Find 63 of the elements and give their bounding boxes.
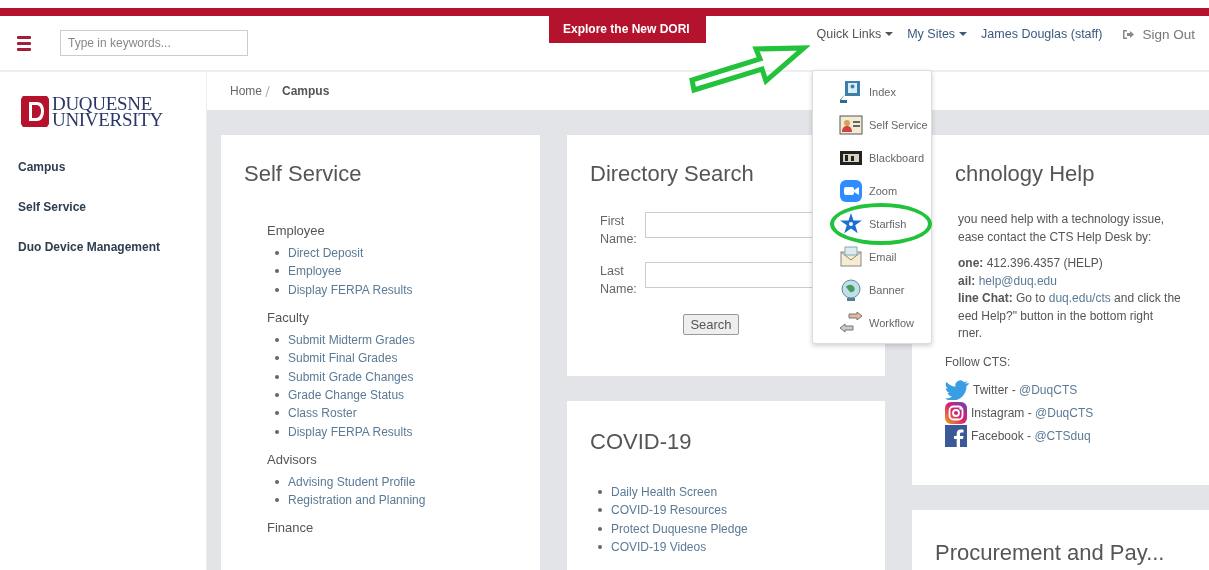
quick-link-item[interactable]: Starfish bbox=[813, 207, 931, 240]
list-link[interactable]: Submit Midterm Grades bbox=[288, 333, 415, 348]
quick-link-item[interactable]: Zoom bbox=[813, 174, 931, 207]
help-text-line: ail: help@duq.edu bbox=[958, 272, 1058, 290]
quick-link-item[interactable]: Email bbox=[813, 240, 931, 273]
quick-link-item[interactable]: Banner bbox=[813, 273, 931, 306]
help-text-line: one: 412.396.4357 (HELP) bbox=[958, 255, 1104, 272]
list-link[interactable]: Grade Change Status bbox=[288, 387, 405, 402]
list-link[interactable]: Display FERPA Results bbox=[288, 282, 413, 297]
quick-link-item[interactable]: Self Service bbox=[813, 108, 931, 141]
quick-link-item[interactable]: Workflow bbox=[813, 306, 931, 339]
section-title: Advisors bbox=[267, 451, 318, 467]
breadcrumb-link[interactable]: Home bbox=[230, 84, 262, 98]
list-link[interactable]: Daily Health Screen bbox=[611, 485, 718, 500]
help-text-line: ease contact the CTS Help Desk by: bbox=[958, 228, 1153, 246]
help-text-line: line Chat: Go to duq.edu/cts and click the bbox=[958, 290, 1182, 307]
field-label: Last Name: bbox=[600, 263, 638, 298]
university-logo-text: DUQUESNE UNIVERSITY bbox=[52, 95, 163, 128]
social-link-text: Instagram - @DuqCTS bbox=[971, 405, 1094, 420]
help-link[interactable]: duq.edu/cts bbox=[1048, 291, 1111, 305]
list-link[interactable]: Display FERPA Results bbox=[288, 424, 413, 439]
section-title: Employee bbox=[267, 223, 326, 238]
sidebar-item[interactable]: Campus bbox=[18, 160, 66, 174]
breadcrumb-link[interactable]: Campus bbox=[282, 84, 330, 98]
list-link[interactable]: Class Roster bbox=[288, 406, 357, 421]
help-text-line: you need help with a technology issue, bbox=[958, 211, 1166, 228]
list-link[interactable]: Employee bbox=[288, 264, 342, 279]
card-title: COVID-19 bbox=[590, 429, 693, 455]
field-label: First Name: bbox=[600, 213, 638, 248]
section-title: Faculty bbox=[267, 309, 310, 325]
card-title: Procurement and Pay... bbox=[935, 540, 1166, 566]
menu-link[interactable]: My Sites bbox=[906, 25, 969, 43]
quick-link-item[interactable]: Index bbox=[813, 75, 931, 108]
follow-text: Follow CTS: bbox=[945, 354, 1012, 369]
list-link[interactable]: Registration and Planning bbox=[288, 493, 426, 508]
sidebar-item[interactable]: Self Service bbox=[18, 200, 87, 214]
search-button[interactable]: Search bbox=[683, 314, 739, 335]
social-link-text: Twitter - @DuqCTS bbox=[973, 382, 1078, 397]
help-text-line: eed Help?" button in the bottom right bbox=[958, 307, 1155, 325]
list-link[interactable]: Protect Duquesne Pledge bbox=[611, 521, 748, 536]
social-link-text: Facebook - @CTSduq bbox=[971, 428, 1091, 443]
list-link[interactable]: Submit Grade Changes bbox=[288, 369, 414, 384]
list-link[interactable]: Advising Student Profile bbox=[288, 474, 416, 489]
quick-link-item[interactable]: Blackboard bbox=[813, 141, 931, 174]
sidebar-item[interactable]: Duo Device Management bbox=[18, 240, 161, 254]
user-link[interactable]: James Douglas (staff) bbox=[980, 25, 1104, 43]
list-link[interactable]: COVID-19 Videos bbox=[611, 540, 707, 555]
social-handle-link[interactable]: @DuqCTS bbox=[1035, 405, 1094, 420]
social-handle-link[interactable]: @CTSduq bbox=[1034, 428, 1091, 443]
card-title: Self Service bbox=[244, 161, 363, 187]
card-title: Directory Search bbox=[590, 161, 755, 187]
search-field[interactable]: Type in keywords... bbox=[60, 30, 248, 56]
social-handle-link[interactable]: @DuqCTS bbox=[1019, 382, 1078, 397]
list-link[interactable]: Direct Deposit bbox=[288, 246, 364, 261]
help-link[interactable]: help@duq.edu bbox=[978, 273, 1057, 288]
menu-link[interactable]: Quick Links bbox=[815, 25, 895, 43]
list-link[interactable]: Submit Final Grades bbox=[288, 351, 398, 366]
explore-banner-link[interactable]: Explore the New DORI bbox=[549, 16, 706, 43]
list-link[interactable]: COVID-19 Resources bbox=[611, 503, 728, 518]
help-text-line: rner. bbox=[958, 325, 983, 342]
sign-out-link[interactable]: Sign Out bbox=[1121, 24, 1196, 44]
card-title: chnology Help bbox=[954, 161, 1096, 187]
section-title: Finance bbox=[267, 520, 315, 536]
